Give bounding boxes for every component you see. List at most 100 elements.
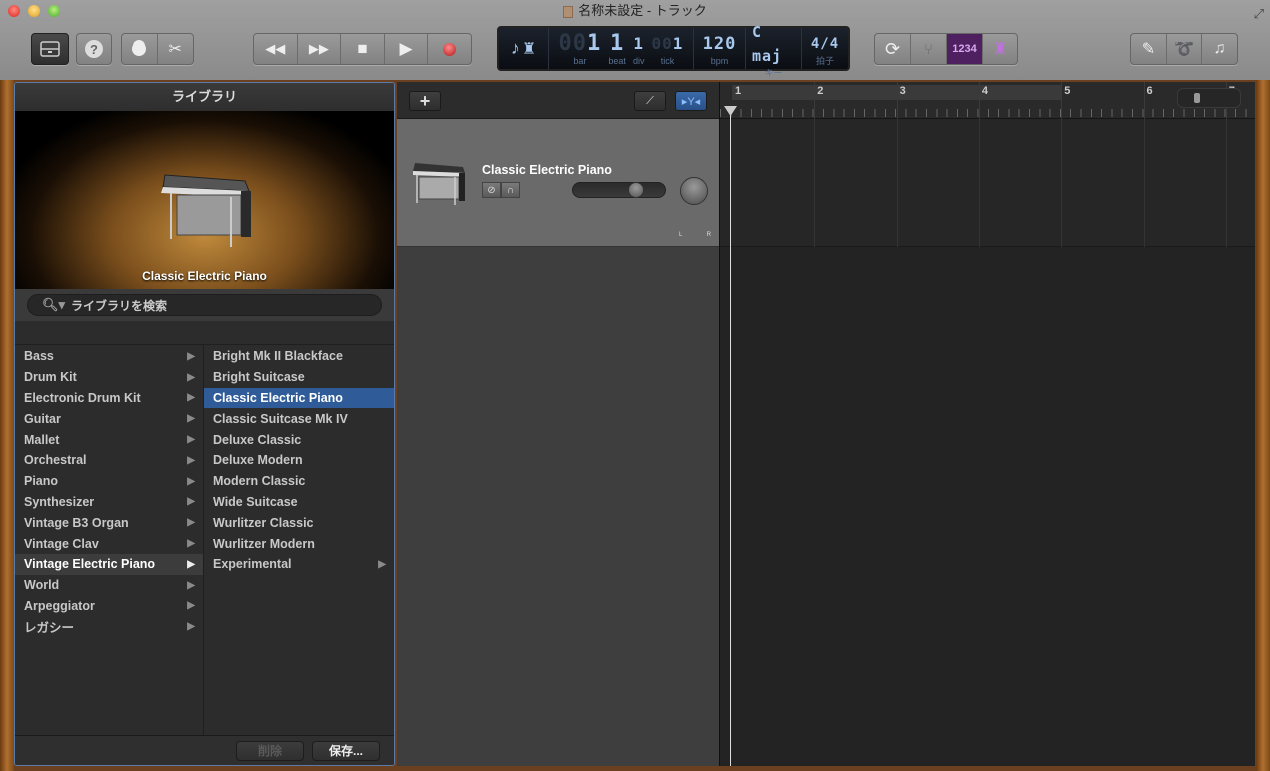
category-label: Vintage Electric Piano: [24, 557, 156, 572]
library-panel: ライブラリ Classic Electric Piano 🔍︎▾ ライブラリを検…: [14, 82, 395, 766]
minimize-window-button[interactable]: [28, 5, 40, 17]
category-item[interactable]: Electronic Drum Kit ▶: [15, 388, 203, 409]
library-drawer-icon: [32, 34, 68, 64]
record-button[interactable]: [428, 34, 471, 64]
category-item[interactable]: Bass ▶: [15, 346, 203, 367]
category-label: Drum Kit: [24, 370, 77, 385]
play-icon: ▶: [399, 39, 413, 58]
instrument-preview: Classic Electric Piano: [15, 111, 394, 289]
mute-button[interactable]: ⊘: [482, 182, 501, 198]
fullscreen-icon[interactable]: ⤢: [1254, 3, 1264, 25]
patch-item[interactable]: Bright Mk II Blackface: [204, 346, 394, 367]
category-item[interactable]: Vintage B3 Organ ▶: [15, 512, 203, 533]
category-label: Vintage B3 Organ: [24, 515, 129, 530]
category-item[interactable]: Vintage Electric Piano ▶: [15, 553, 203, 575]
patch-item[interactable]: Bright Suitcase: [204, 367, 394, 388]
chevron-right-icon: ▶: [187, 475, 195, 487]
chevron-right-icon: ▶: [187, 600, 195, 612]
category-item[interactable]: Drum Kit ▶: [15, 367, 203, 388]
patch-item[interactable]: Modern Classic: [204, 471, 394, 492]
patch-label: Modern Classic: [213, 474, 306, 489]
delete-button[interactable]: 削除: [236, 740, 304, 761]
zoom-thumb[interactable]: [1194, 93, 1200, 103]
lcd-bar: 001 bar: [558, 30, 602, 66]
pan-knob[interactable]: [680, 177, 708, 205]
timeline[interactable]: 1234567: [719, 82, 1255, 766]
patch-item[interactable]: Deluxe Classic: [204, 429, 394, 450]
category-label: Guitar: [24, 411, 61, 426]
solo-button[interactable]: ∩: [501, 182, 520, 198]
category-item[interactable]: レガシー ▶: [15, 616, 203, 637]
editors-button[interactable]: ✂: [158, 34, 194, 64]
smart-controls-button[interactable]: [122, 34, 158, 64]
patch-item[interactable]: Classic Electric Piano: [204, 387, 394, 409]
patch-item[interactable]: Deluxe Modern: [204, 450, 394, 471]
help-button[interactable]: ?: [76, 33, 112, 65]
chevron-right-icon: ▶: [187, 371, 195, 383]
lcd-display[interactable]: ♪ ♜ 001 bar 1 beat 1 div 001 tick 120 bpm C ma…: [497, 23, 850, 78]
fast-forward-button[interactable]: ▶▶: [298, 34, 342, 64]
media-browser-button[interactable]: ♫: [1202, 34, 1237, 64]
track-name[interactable]: Classic Electric Piano: [482, 163, 612, 177]
category-item[interactable]: Mallet ▶: [15, 429, 203, 450]
category-item[interactable]: Synthesizer ▶: [15, 492, 203, 513]
play-button[interactable]: ▶: [385, 34, 429, 64]
patch-item[interactable]: Wurlitzer Modern: [204, 533, 394, 554]
track-headers: + ⟋ ▸Y◂ Classic Electric Piano ⊘ ∩ LR: [397, 82, 719, 766]
stop-button[interactable]: ■: [341, 34, 385, 64]
chevron-right-icon: ▶: [187, 350, 195, 362]
filter-icon: ▸Y◂: [681, 95, 701, 108]
chevron-right-icon: ▶: [187, 413, 195, 425]
tuner-button[interactable]: ⑂: [911, 34, 947, 64]
zoom-window-button[interactable]: [48, 5, 60, 17]
loop-browser-button[interactable]: ➰: [1167, 34, 1202, 64]
save-button[interactable]: 保存...: [312, 740, 380, 761]
patch-item[interactable]: Wurlitzer Classic: [204, 512, 394, 533]
track-header[interactable]: Classic Electric Piano ⊘ ∩ LR: [397, 119, 719, 247]
cycle-button[interactable]: ⟳: [875, 34, 911, 64]
add-track-button[interactable]: +: [409, 91, 441, 111]
notepad-button[interactable]: ✎: [1131, 34, 1167, 64]
cycle-icon: ⟳: [884, 38, 901, 59]
metronome-button[interactable]: ♜: [983, 34, 1017, 64]
chevron-right-icon: ▶: [378, 558, 386, 570]
ruler[interactable]: 1234567: [720, 82, 1255, 119]
category-item[interactable]: World ▶: [15, 575, 203, 596]
category-item[interactable]: Orchestral ▶: [15, 450, 203, 471]
count-in-button[interactable]: 1234: [947, 34, 983, 64]
lcd-key[interactable]: C maj キー: [746, 23, 802, 78]
category-item[interactable]: Guitar ▶: [15, 408, 203, 429]
track-lane[interactable]: [720, 119, 1255, 247]
catch-button[interactable]: ▸Y◂: [675, 91, 707, 111]
patch-label: Wurlitzer Modern: [213, 536, 315, 551]
chevron-right-icon: ▶: [187, 392, 195, 404]
playhead[interactable]: [730, 106, 731, 766]
patch-label: Bright Suitcase: [213, 370, 305, 385]
category-label: Arpeggiator: [24, 598, 95, 613]
close-window-button[interactable]: [8, 5, 20, 17]
volume-slider[interactable]: [572, 182, 666, 198]
library-search: 🔍︎▾ ライブラリを検索: [15, 289, 394, 321]
lcd-mode-icons[interactable]: ♪ ♜: [499, 28, 549, 69]
lcd-time-signature[interactable]: 4/4 拍子: [802, 28, 848, 69]
automation-button[interactable]: ⟋: [634, 91, 666, 111]
patch-item[interactable]: Experimental ▶: [204, 554, 394, 575]
transport-controls: ◀◀ ▶▶ ■ ▶: [253, 33, 472, 65]
wood-side-left: [0, 80, 14, 771]
category-item[interactable]: Arpeggiator ▶: [15, 596, 203, 617]
electric-piano-image: [161, 174, 251, 247]
patch-item[interactable]: Classic Suitcase Mk IV: [204, 408, 394, 429]
lcd-tempo[interactable]: 120 bpm: [694, 28, 746, 69]
zoom-slider[interactable]: [1177, 88, 1241, 108]
category-item[interactable]: Piano ▶: [15, 471, 203, 492]
category-label: Mallet: [24, 432, 60, 447]
rewind-button[interactable]: ◀◀: [254, 34, 298, 64]
patch-list: Bright Mk II Blackface Bright Suitcase Cla…: [204, 345, 394, 739]
chevron-right-icon: ▶: [187, 517, 195, 529]
library-button[interactable]: [31, 33, 69, 65]
volume-thumb[interactable]: [627, 182, 644, 198]
category-item[interactable]: Vintage Clav ▶: [15, 533, 203, 554]
lcd-position[interactable]: 001 bar 1 beat 1 div 001 tick: [549, 28, 694, 69]
patch-item[interactable]: Wide Suitcase: [204, 492, 394, 513]
library-search-input[interactable]: 🔍︎▾ ライブラリを検索: [27, 294, 382, 316]
